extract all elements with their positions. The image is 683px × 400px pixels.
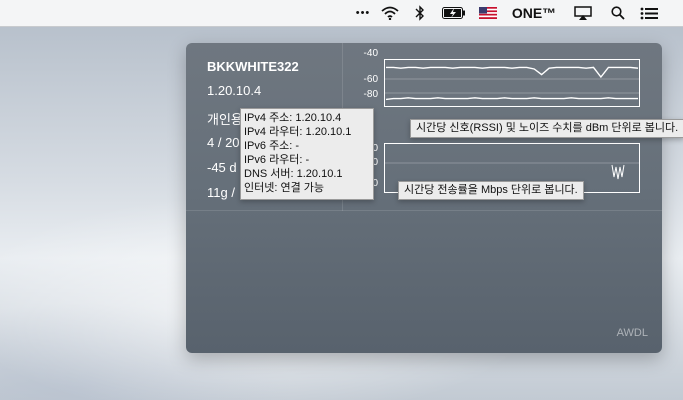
app-menu-label[interactable]: ONE™ xyxy=(508,0,560,26)
battery-charging-icon[interactable] xyxy=(440,0,468,26)
signal-y-label: -60 xyxy=(363,74,378,85)
menu-bar: ••• ONE™ xyxy=(0,0,683,27)
tooltip-line: IPv4 주소: 1.20.10.4 xyxy=(244,112,342,124)
ip-address: 1.20.10.4 xyxy=(207,83,262,98)
list-icon[interactable] xyxy=(638,0,660,26)
tooltip-line: DNS 서버: 1.20.10.1 xyxy=(244,168,343,180)
network-mode: 개인용 xyxy=(207,112,243,127)
tooltip-line: IPv4 라우터: 1.20.10.1 xyxy=(244,126,352,138)
channel-info: 4 / 20 xyxy=(207,135,240,150)
wifi-icon[interactable] xyxy=(378,0,402,26)
signal-strength: -45 d xyxy=(207,160,237,175)
us-flag-icon[interactable] xyxy=(478,0,498,26)
signal-noise-chart[interactable] xyxy=(384,59,640,107)
awdl-label: AWDL xyxy=(616,327,648,339)
tooltip-line: IPv6 라우터: - xyxy=(244,154,310,166)
signal-y-label: -40 xyxy=(363,48,378,59)
tooltip-line: IPv6 주소: - xyxy=(244,140,300,152)
signal-y-label: -80 xyxy=(363,89,378,100)
bluetooth-icon[interactable] xyxy=(410,0,430,26)
phy-mode: 11g / xyxy=(207,185,235,200)
network-ssid: BKKWHITE322 xyxy=(207,59,299,74)
search-icon[interactable] xyxy=(608,0,628,26)
noise-series-line xyxy=(385,97,638,101)
more-menu-icon[interactable]: ••• xyxy=(350,0,376,26)
airplay-icon[interactable] xyxy=(572,0,594,26)
signal-series-line xyxy=(386,66,639,79)
panel-divider-horizontal xyxy=(186,210,662,211)
rssi-chart-tooltip: 시간당 신호(RSSI) 및 노이즈 수치를 dBm 단위로 봅니다. xyxy=(410,119,683,138)
tooltip-line: 인터넷: 연결 가능 xyxy=(244,182,325,194)
rate-chart-tooltip: 시간당 전송률을 Mbps 단위로 봅니다. xyxy=(398,181,584,200)
network-details-tooltip: IPv4 주소: 1.20.10.4 IPv4 라우터: 1.20.10.1 I… xyxy=(240,108,374,200)
